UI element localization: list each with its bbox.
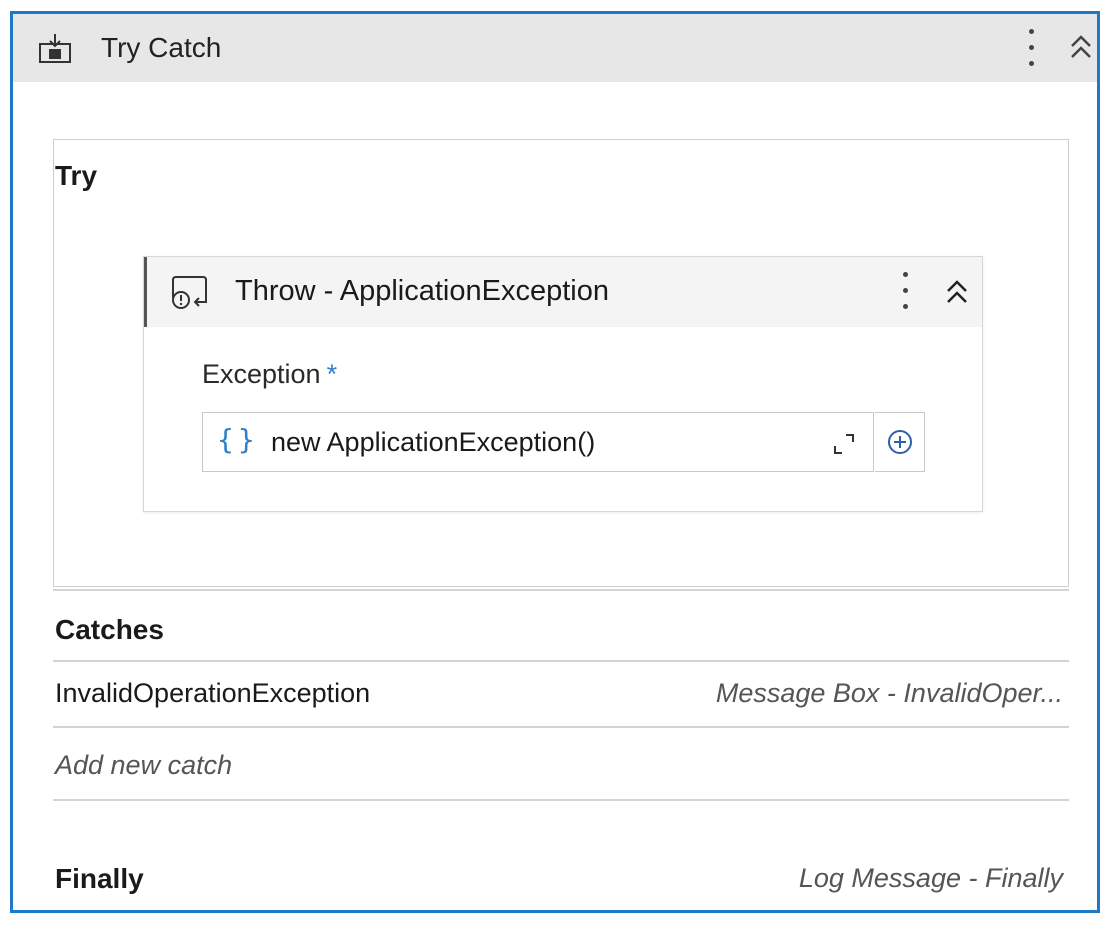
add-new-catch-link[interactable]: Add new catch xyxy=(55,750,232,781)
throw-more-vertical-icon[interactable] xyxy=(899,269,911,313)
required-asterisk: * xyxy=(326,359,338,389)
divider xyxy=(53,589,1069,591)
catch-item[interactable]: InvalidOperationException Message Box - … xyxy=(53,664,1069,724)
exception-value: new ApplicationException() xyxy=(271,427,596,457)
try-catch-icon xyxy=(37,32,73,64)
divider xyxy=(53,660,1069,662)
catch-handler-summary: Message Box - InvalidOper... xyxy=(715,678,1063,708)
try-label: Try xyxy=(55,160,98,191)
catch-exception-type: InvalidOperationException xyxy=(55,678,371,708)
expand-editor-icon[interactable] xyxy=(831,431,857,457)
throw-activity-card[interactable]: Throw - ApplicationException Exception * … xyxy=(143,256,983,512)
throw-collapse-up-icon[interactable] xyxy=(943,277,971,307)
activity-header[interactable]: Try Catch xyxy=(13,14,1097,82)
activity-title: Try Catch xyxy=(101,32,222,63)
exception-field-label: Exception * xyxy=(202,359,338,389)
throw-activity-title: Throw - ApplicationException xyxy=(235,275,609,307)
throw-activity-header[interactable]: Throw - ApplicationException xyxy=(144,257,982,327)
finally-row[interactable]: Finally Log Message - Finally xyxy=(53,854,1069,904)
catches-label: Catches xyxy=(55,614,164,645)
exception-expression-input[interactable]: {} new ApplicationException() xyxy=(202,412,874,472)
divider xyxy=(53,726,1069,728)
finally-label: Finally xyxy=(55,863,144,894)
try-catch-activity: Try Catch Try Throw - ApplicationExcepti… xyxy=(10,11,1100,913)
plus-circle-icon[interactable] xyxy=(875,412,925,472)
collapse-up-icon[interactable] xyxy=(1067,32,1095,62)
more-vertical-icon[interactable] xyxy=(1025,26,1037,70)
divider xyxy=(53,799,1069,801)
finally-handler-summary: Log Message - Finally xyxy=(798,863,1063,893)
expression-braces-icon: {} xyxy=(217,423,259,456)
throw-icon xyxy=(169,274,213,310)
